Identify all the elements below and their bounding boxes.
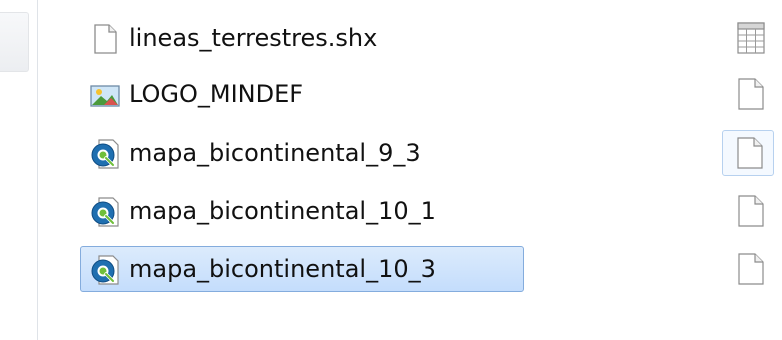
file-row-mapa-10-1[interactable]: mapa_bicontinental_10_1 — [80, 188, 524, 234]
file-name: lineas_terrestres.shx — [129, 24, 378, 52]
blank-document-icon[interactable] — [722, 130, 774, 176]
file-name: LOGO_MINDEF — [129, 80, 304, 108]
file-row-mapa-9-3[interactable]: mapa_bicontinental_9_3 — [80, 130, 524, 176]
blank-document-icon — [89, 23, 121, 55]
qgis-project-icon — [89, 138, 121, 170]
qgis-project-icon — [89, 254, 121, 286]
grid-table-icon[interactable] — [737, 22, 765, 54]
blank-document-icon[interactable] — [737, 78, 765, 110]
file-name: mapa_bicontinental_10_3 — [129, 255, 436, 283]
blank-document-icon[interactable] — [737, 195, 765, 227]
file-row-lineas-terrestres[interactable]: lineas_terrestres.shx — [80, 15, 524, 61]
image-file-icon — [89, 79, 121, 111]
navigation-pane — [0, 0, 38, 340]
blank-document-icon[interactable] — [737, 253, 765, 285]
file-row-logo-mindef[interactable]: LOGO_MINDEF — [80, 71, 524, 117]
pane-divider[interactable] — [37, 0, 38, 340]
file-name: mapa_bicontinental_9_3 — [129, 139, 421, 167]
file-row-mapa-10-3[interactable]: mapa_bicontinental_10_3 — [80, 246, 524, 292]
file-name: mapa_bicontinental_10_1 — [129, 197, 436, 225]
qgis-project-icon — [89, 196, 121, 228]
navigation-pane-strip[interactable] — [0, 12, 29, 72]
